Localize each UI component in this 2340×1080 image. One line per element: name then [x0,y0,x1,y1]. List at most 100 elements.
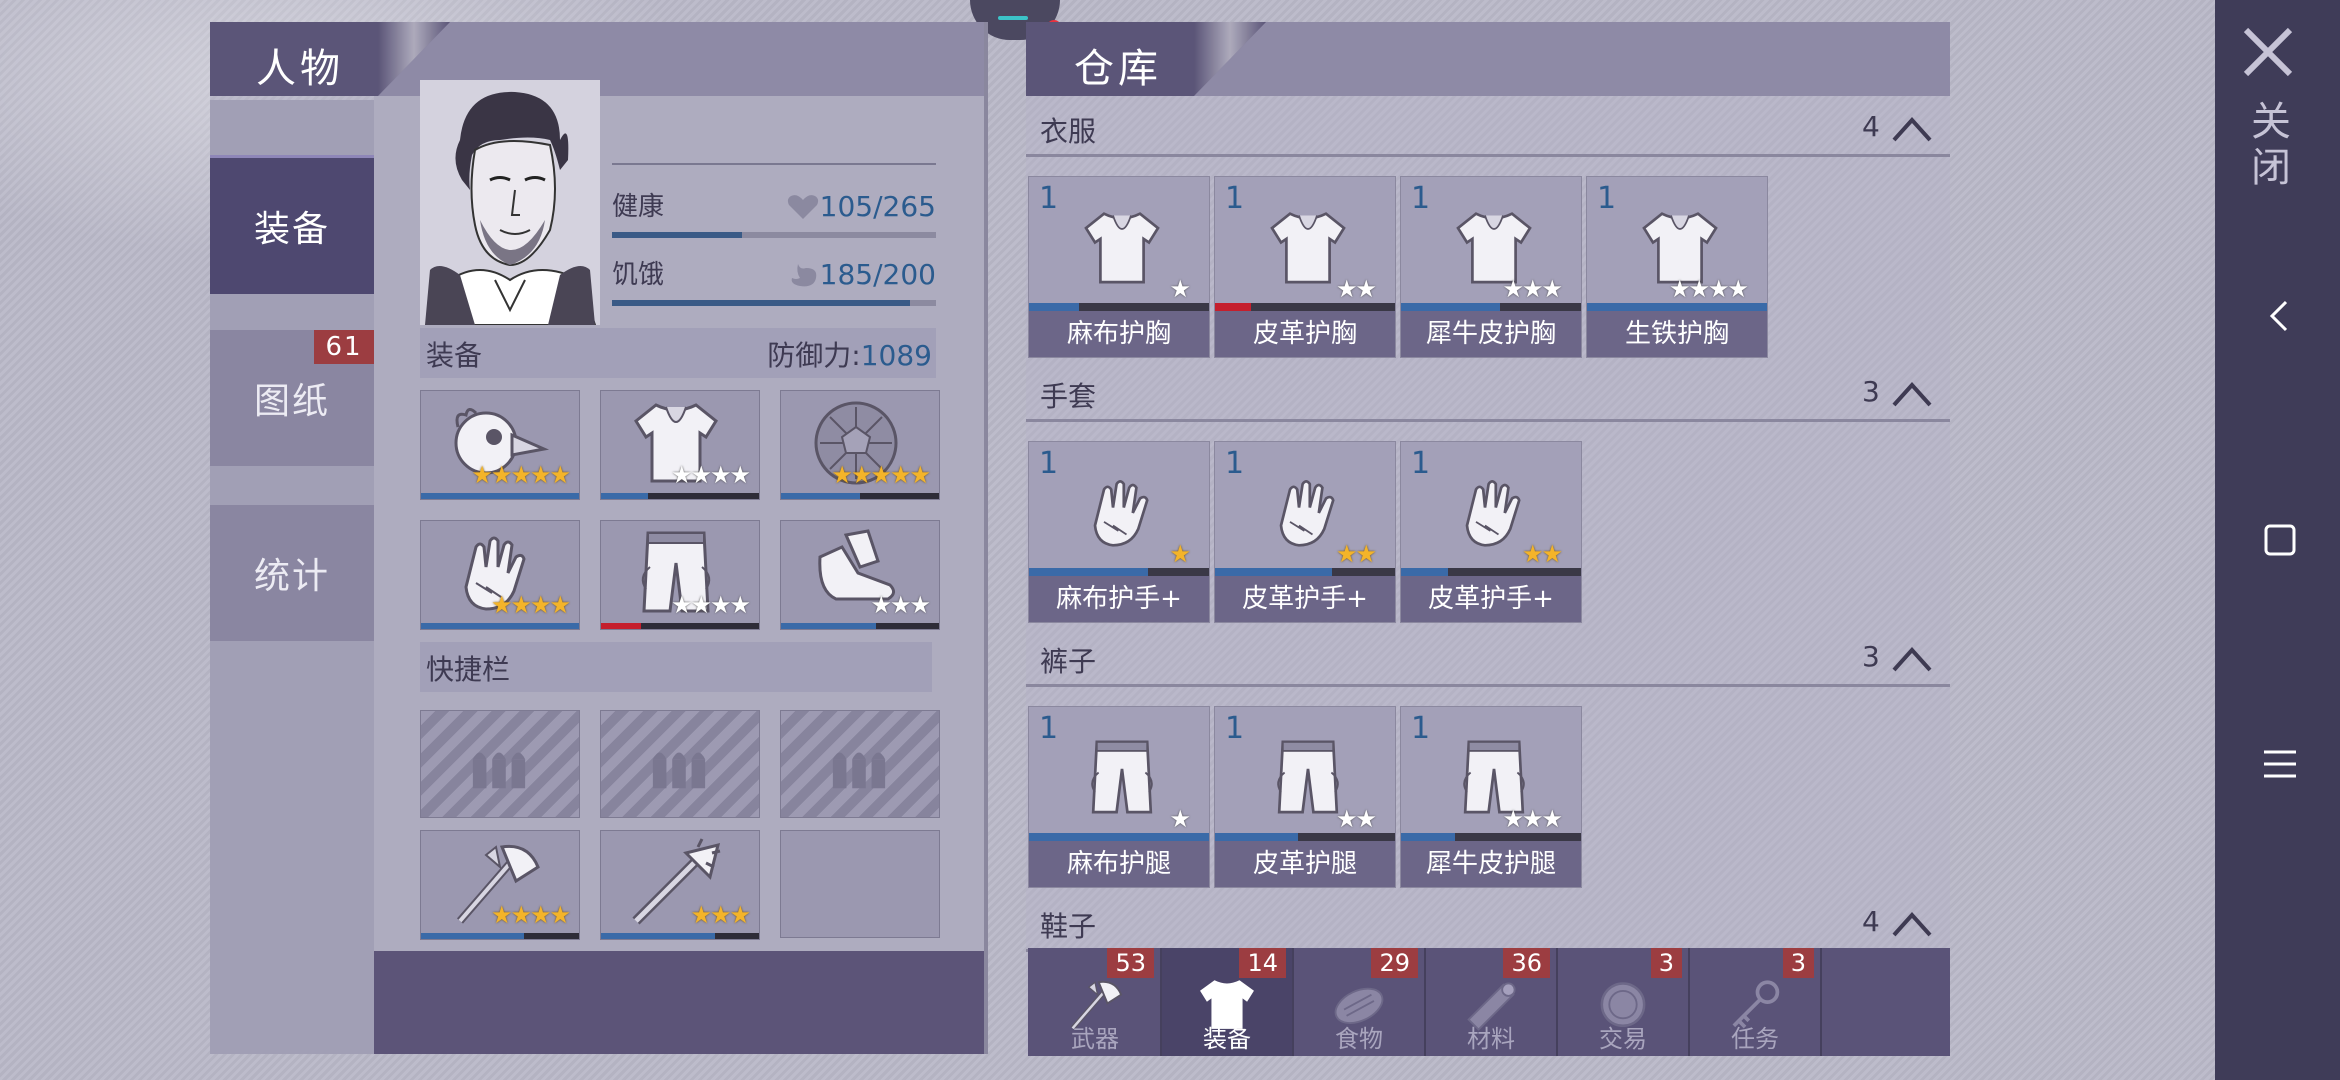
quickbar-slot-blank[interactable] [780,830,940,938]
back-icon[interactable] [2260,296,2300,336]
blueprints-badge: 61 [314,330,374,364]
hunger-bar [612,300,936,306]
equipment-slot[interactable]: ★★★★ [600,390,760,500]
category-tab[interactable]: 3 交易 [1558,948,1690,1056]
durability-bar [421,623,579,629]
item-name: 皮革护腿 [1215,841,1395,887]
section-divider [1026,154,1950,157]
equipment-label: 装备 [426,339,483,372]
category-tab[interactable]: 3 任务 [1690,948,1822,1056]
durability-bar [781,493,939,499]
quickbar-slot[interactable]: ★★★ [600,830,760,940]
section-count: 3 [1862,640,1880,673]
inventory-item[interactable]: 1 ★★★ 犀牛皮护腿 [1400,706,1582,888]
category-label: 材料 [1467,1025,1515,1053]
close-label[interactable]: 关闭 [2244,100,2296,192]
item-name: 犀牛皮护腿 [1401,841,1581,887]
rarity-stars: ★★ [1335,275,1377,303]
item-count: 1 [1225,711,1245,746]
quickbar-slot[interactable]: ★★★★ [420,830,580,940]
item-name: 麻布护胸 [1029,311,1209,357]
health-value: 105/265 [819,190,936,223]
cloth-vest-icon [1084,212,1160,284]
rarity-stars: ★ [1169,275,1190,303]
durability-bar [1401,568,1581,576]
close-icon[interactable] [2242,26,2294,78]
category-tab[interactable]: 29 食物 [1294,948,1426,1056]
category-badge: 53 [1107,948,1154,978]
quickbar-slot-empty[interactable] [420,710,580,818]
category-tab[interactable]: 36 材料 [1426,948,1558,1056]
equipment-slot[interactable]: ★★★★★ [420,390,580,500]
chevron-up-icon[interactable] [1890,114,1934,144]
warehouse-panel-title: 仓库 [1074,46,1162,92]
durability-bar [1029,303,1209,311]
tab-equipment[interactable]: 装备 [210,155,374,294]
quickbar-header: 快捷栏 [420,642,932,692]
category-label: 武器 [1071,1025,1119,1053]
item-name: 犀牛皮护胸 [1401,311,1581,357]
section-divider [1026,419,1950,422]
rarity-stars: ★★★★★ [831,461,931,489]
rarity-stars: ★ [1169,805,1190,833]
item-name: 皮革护胸 [1215,311,1395,357]
chevron-up-icon[interactable] [1890,909,1934,939]
ammo-icon [472,752,526,789]
category-tab[interactable]: 14 装备 [1162,948,1294,1056]
equipment-slot[interactable]: ★★★★ [420,520,580,630]
heart-icon [787,195,819,219]
category-label: 任务 [1731,1025,1779,1053]
chevron-up-icon[interactable] [1890,379,1934,409]
section-count: 3 [1862,375,1880,408]
rarity-stars: ★★ [1335,540,1377,568]
item-count: 1 [1039,711,1059,746]
section-title: 手套 [1040,380,1097,413]
inventory-item[interactable]: 1 ★★★ 犀牛皮护胸 [1400,176,1582,358]
inventory-item[interactable]: 1 ★★★★ 生铁护胸 [1586,176,1768,358]
category-badge: 3 [1650,948,1682,978]
equipment-slot[interactable]: ★★★★ [600,520,760,630]
rarity-stars: ★★★★ [490,901,571,929]
item-count: 1 [1039,181,1059,216]
inventory-item[interactable]: 1 ★ 麻布护胸 [1028,176,1210,358]
item-name: 皮革护手+ [1215,576,1395,622]
inventory-item[interactable]: 1 ★★ 皮革护手+ [1214,441,1396,623]
quickbar-slot-empty[interactable] [780,710,940,818]
tab-blueprints[interactable]: 图纸 61 [210,330,374,466]
inventory-item[interactable]: 1 ★★ 皮革护胸 [1214,176,1396,358]
inventory-item[interactable]: 1 ★ 麻布护手+ [1028,441,1210,623]
inventory-item[interactable]: 1 ★★ 皮革护腿 [1214,706,1396,888]
equipment-slot[interactable]: ★★★★★ [780,390,940,500]
hunger-stat: 饥饿 185/200 [612,254,936,318]
quickbar-slot-empty[interactable] [600,710,760,818]
equipment-header: 装备 防御力:1089 [420,328,936,378]
equipment-slot[interactable]: ★★★ [780,520,940,630]
item-name: 麻布护腿 [1029,841,1209,887]
section-title: 鞋子 [1040,910,1097,943]
category-badge: 3 [1782,948,1814,978]
character-panel-title: 人物 [256,46,344,92]
rarity-stars: ★★★ [690,901,751,929]
square-icon[interactable] [2260,520,2300,560]
inventory-item[interactable]: 1 ★★ 皮革护手+ [1400,441,1582,623]
item-count: 1 [1225,181,1245,216]
item-count: 1 [1039,446,1059,481]
rarity-stars: ★★★ [1502,275,1563,303]
chevron-up-icon[interactable] [1890,644,1934,674]
section-title: 衣服 [1040,115,1097,148]
category-tab[interactable]: 53 武器 [1030,948,1162,1056]
menu-icon[interactable] [2260,744,2300,784]
item-name: 麻布护手+ [1029,576,1209,622]
inventory-item[interactable]: 1 ★ 麻布护腿 [1028,706,1210,888]
durability-bar [601,933,759,939]
item-count: 1 [1411,446,1431,481]
rarity-stars: ★★★★ [670,591,751,619]
cloth-pants-icon [1091,740,1153,814]
tab-statistics[interactable]: 统计 [210,505,374,641]
item-count: 1 [1225,446,1245,481]
rarity-stars: ★★★ [870,591,931,619]
category-label: 装备 [1203,1025,1251,1053]
rarity-stars: ★ [1169,540,1190,568]
item-count: 1 [1411,181,1431,216]
health-stat: 健康 105/265 [612,186,936,250]
